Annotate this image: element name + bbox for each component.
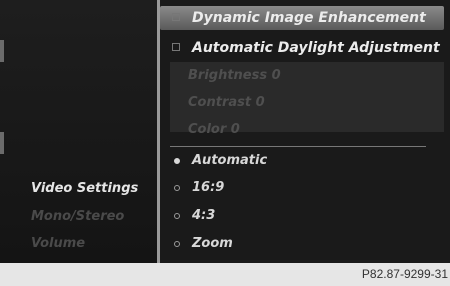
bezel-marker — [0, 40, 4, 62]
left-menu-item-mono-stereo[interactable]: Mono/Stereo — [31, 209, 124, 224]
aspect-option-label: Zoom — [192, 236, 233, 251]
radio-icon — [174, 241, 180, 247]
dynamic-image-enhancement-option[interactable]: Dynamic Image Enhancement — [160, 6, 444, 30]
brightness-item[interactable]: Brightness 0 — [188, 68, 281, 83]
radio-icon — [174, 185, 180, 191]
bezel-marker — [0, 132, 4, 154]
dynamic-image-enhancement-label: Dynamic Image Enhancement — [192, 10, 426, 26]
checkbox-icon — [172, 43, 180, 51]
automatic-daylight-adjustment-label: Automatic Daylight Adjustment — [192, 40, 440, 56]
left-menu-item-volume[interactable]: Volume — [31, 236, 85, 251]
radio-icon — [174, 213, 180, 219]
aspect-option-label: 4:3 — [192, 208, 216, 223]
checkbox-icon — [172, 13, 180, 21]
left-menu-item-video-settings[interactable]: Video Settings — [31, 181, 138, 196]
left-menu-panel: Video Settings Mono/Stereo Volume — [0, 0, 157, 263]
image-adjust-submenu: Brightness 0 Contrast 0 Color 0 — [170, 62, 444, 137]
color-item[interactable]: Color 0 — [188, 122, 240, 137]
menu-separator — [170, 146, 426, 147]
contrast-item[interactable]: Contrast 0 — [188, 95, 265, 110]
display-screen: Video Settings Mono/Stereo Volume Dynami… — [0, 0, 450, 263]
figure-caption: P82.87-9299-31 — [361, 267, 448, 281]
radio-selected-icon — [174, 158, 180, 164]
aspect-option-label: Automatic — [192, 153, 268, 168]
aspect-option-label: 16:9 — [192, 180, 225, 195]
